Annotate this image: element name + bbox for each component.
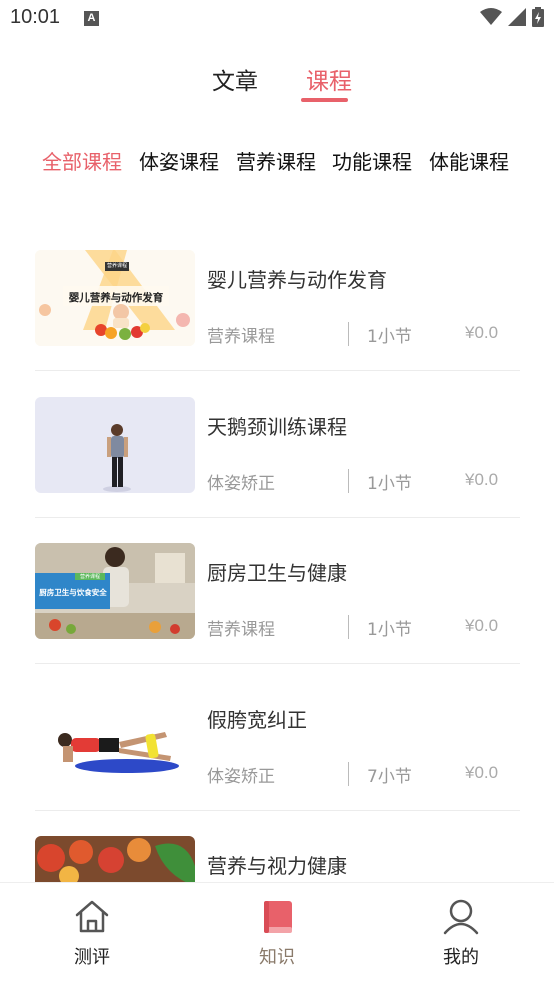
- hip-correction-image: [35, 689, 195, 786]
- course-lessons: 1小节: [367, 327, 412, 347]
- course-category: 体姿矫正: [207, 473, 275, 494]
- course-item[interactable]: 营养课程 婴儿营养与动作发育 婴儿营养与动作发育 营养课程 1小节 ¥0.0: [35, 250, 520, 397]
- course-thumbnail: 营养课程 婴儿营养与动作发育: [35, 250, 195, 346]
- course-price: ¥0.0: [465, 469, 499, 489]
- row-divider: [35, 516, 520, 518]
- course-category: 营养课程: [207, 327, 275, 347]
- row-divider: [35, 370, 520, 371]
- course-category: 营养课程: [207, 620, 275, 640]
- course-lessons: 1小节: [367, 473, 412, 494]
- course-title: 营养与视力健康: [207, 854, 347, 878]
- status-bar: 10:01 A: [0, 0, 554, 38]
- nav-label: 知识: [259, 947, 295, 968]
- course-title: 婴儿营养与动作发育: [207, 268, 387, 292]
- status-icons: [480, 7, 544, 27]
- divider: [348, 761, 349, 786]
- signal-icon: [508, 8, 526, 26]
- thumb-caption: 厨房卫生与饮食安全: [39, 588, 107, 597]
- course-list: 营养课程 婴儿营养与动作发育 婴儿营养与动作发育 营养课程 1小节 ¥0.0 天…: [35, 250, 520, 983]
- category-nutrition[interactable]: 营养课程: [236, 146, 316, 175]
- course-price: ¥0.0: [465, 323, 499, 342]
- row-divider: [35, 809, 520, 811]
- tab-article[interactable]: 文章: [212, 62, 258, 96]
- course-lessons: 7小节: [367, 766, 412, 787]
- course-item[interactable]: 天鹅颈训练课程 体姿矫正 1小节 ¥0.0: [35, 396, 520, 544]
- category-function[interactable]: 功能课程: [332, 146, 412, 175]
- nav-knowledge[interactable]: 知识: [217, 883, 337, 985]
- category-all[interactable]: 全部课程: [42, 146, 122, 175]
- course-item[interactable]: 假胯宽纠正 体姿矫正 7小节 ¥0.0: [35, 689, 520, 837]
- tab-course[interactable]: 课程: [306, 62, 352, 96]
- nav-label: 我的: [443, 947, 479, 968]
- course-price: ¥0.0: [465, 616, 499, 635]
- course-lessons: 1小节: [367, 620, 412, 640]
- course-title: 天鹅颈训练课程: [207, 414, 347, 439]
- category-fitness[interactable]: 体能课程: [429, 146, 509, 175]
- status-time: 10:01: [10, 6, 61, 28]
- course-thumbnail: [35, 396, 195, 493]
- row-divider: [35, 663, 520, 664]
- course-title: 厨房卫生与健康: [207, 561, 347, 585]
- divider: [348, 615, 349, 639]
- course-category: 体姿矫正: [207, 766, 275, 787]
- category-filter: 全部课程 体姿课程 营养课程 功能课程 体能课程: [0, 146, 554, 178]
- home-icon: [75, 900, 109, 933]
- thumb-caption: 婴儿营养与动作发育: [68, 292, 164, 304]
- bottom-nav: 测评 知识 我的: [0, 882, 554, 985]
- nav-assessment[interactable]: 测评: [32, 883, 152, 985]
- course-title: 假胯宽纠正: [207, 707, 307, 732]
- a-icon: A: [84, 11, 99, 26]
- course-thumbnail: 营养课程 厨房卫生与饮食安全: [35, 543, 195, 639]
- course-price: ¥0.0: [465, 762, 499, 782]
- active-tab-indicator: [301, 98, 348, 102]
- course-item[interactable]: 营养课程 厨房卫生与饮食安全 厨房卫生与健康 营养课程 1小节 ¥0.0: [35, 543, 520, 690]
- user-icon: [443, 899, 479, 935]
- divider: [348, 468, 349, 493]
- thumb-tag: 营养课程: [106, 263, 127, 269]
- course-thumbnail: [35, 689, 195, 786]
- divider: [348, 322, 349, 346]
- nav-mine[interactable]: 我的: [401, 883, 521, 985]
- wifi-icon: [480, 8, 502, 25]
- book-icon: [264, 901, 292, 933]
- thumb-tag: 营养课程: [75, 573, 105, 580]
- neck-training-image: [35, 396, 195, 493]
- category-posture[interactable]: 体姿课程: [139, 146, 219, 175]
- top-tabs: 文章 课程: [0, 62, 554, 106]
- nav-label: 测评: [74, 947, 110, 968]
- battery-icon: [532, 7, 544, 27]
